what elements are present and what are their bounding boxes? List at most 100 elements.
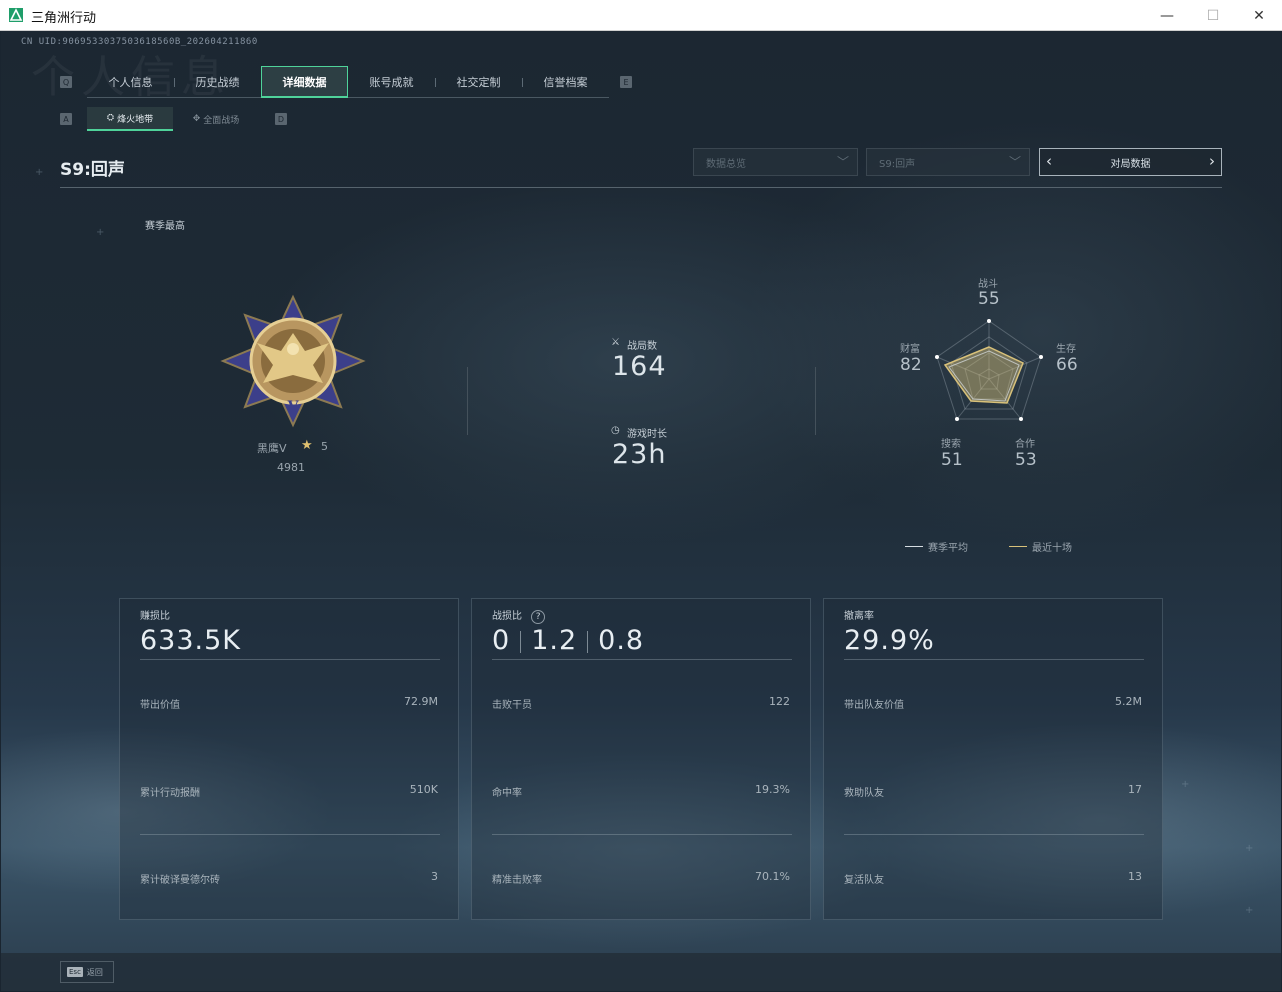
svg-text:V: V <box>287 399 300 415</box>
radar-wealth-label: 财富 <box>900 344 920 355</box>
stat-value: 19.3% <box>755 783 790 796</box>
legend-season-average: 赛季平均 <box>905 539 968 554</box>
stat-label: 带出价值 <box>140 700 180 711</box>
decor-plus-icon: + <box>96 227 105 238</box>
kd-value-overall: 0 <box>492 625 511 656</box>
stat-value: 13 <box>1128 870 1142 883</box>
key-hint-a: A <box>60 113 72 125</box>
radar-wealth-value: 82 <box>900 355 922 375</box>
divider <box>520 630 522 653</box>
divider <box>815 367 816 435</box>
app-logo-icon <box>9 8 23 22</box>
subtab-operations[interactable]: ⛭ 烽火地带 <box>87 107 173 131</box>
legend-recent-ten: 最近十场 <box>1009 539 1072 554</box>
matches-value: 164 <box>612 351 667 382</box>
game-viewport: 个人信息 CN UID:9069533037503618560B_2026042… <box>1 31 1281 991</box>
subtab-warfare-label: 全面战场 <box>203 115 240 126</box>
stat-label: 带出队友价值 <box>844 700 904 711</box>
esc-key-icon: Esc <box>67 967 83 977</box>
rank-name: 黑鹰V <box>257 442 287 455</box>
divider <box>467 367 468 435</box>
profit-ratio-value: 633.5K <box>140 625 242 656</box>
crossed-swords-icon: ⚔ <box>611 337 620 348</box>
playtime-value: 23h <box>612 439 667 470</box>
window-title: 三角洲行动 <box>31 11 97 26</box>
stat-value: 72.9M <box>404 695 438 708</box>
divider <box>587 630 589 653</box>
legend-recent-ten-label: 最近十场 <box>1032 543 1072 554</box>
tab-history[interactable]: 历史战绩 <box>174 66 261 98</box>
subtab-operations-label: 烽火地带 <box>117 114 154 125</box>
stat-label: 累计行动报酬 <box>140 788 200 799</box>
tab-details[interactable]: 详细数据 <box>261 66 348 98</box>
radar-survival-value: 66 <box>1056 355 1078 375</box>
radar-teamwork-value: 53 <box>1015 450 1037 470</box>
stat-label: 精准击败率 <box>492 875 542 886</box>
data-type-dropdown[interactable]: 数据总览 ﹀ <box>693 148 858 176</box>
stat-value: 70.1% <box>755 870 790 883</box>
divider <box>140 834 440 835</box>
divider <box>844 834 1144 835</box>
stat-value: 122 <box>769 695 790 708</box>
season-dropdown-value: S9:回声 <box>879 158 916 170</box>
back-button[interactable]: Esc 返回 <box>60 961 114 983</box>
key-hint-q: Q <box>60 76 72 88</box>
ability-radar-chart <box>935 319 1043 421</box>
extraction-rate-value: 29.9% <box>844 625 935 656</box>
chevron-down-icon: ﹀ <box>836 155 849 169</box>
extraction-panel: 撤离率 29.9% 带出队友价值 5.2M 救助队友 17 复活队友 13 <box>823 598 1163 920</box>
stat-value: 3 <box>431 870 438 883</box>
season-dropdown[interactable]: S9:回声 ﹀ <box>866 148 1030 176</box>
radar-combat-label: 战斗 <box>978 279 998 290</box>
stat-label: 累计破译曼德尔砖 <box>140 875 220 886</box>
decor-plus-icon: + <box>35 167 44 178</box>
match-data-selector: ‹ 对局数据 › <box>1039 148 1222 176</box>
operations-icon: ⛭ <box>106 113 115 123</box>
profit-ratio-label: 赚损比 <box>140 611 170 622</box>
season-best-label: 赛季最高 <box>145 221 185 232</box>
rank-score: 4981 <box>277 461 305 474</box>
kd-values: 0 1.2 0.8 <box>492 625 644 656</box>
mode-tabs: ⛭ 烽火地带 ✥ 全面战场 <box>87 107 259 131</box>
minimize-button[interactable]: — <box>1144 0 1190 31</box>
header-divider <box>60 187 1222 188</box>
tab-credit[interactable]: 信誉档案 <box>522 66 609 98</box>
tab-social[interactable]: 社交定制 <box>435 66 522 98</box>
radar-search-value: 51 <box>941 450 963 470</box>
close-button[interactable]: ✕ <box>1236 0 1282 31</box>
tab-achievements[interactable]: 账号成就 <box>348 66 435 98</box>
chevron-right-icon[interactable]: › <box>1209 152 1215 170</box>
chevron-down-icon: ﹀ <box>1008 155 1021 169</box>
divider <box>140 659 440 660</box>
stat-label: 复活队友 <box>844 875 884 886</box>
bottom-bar <box>1 953 1281 991</box>
divider <box>492 659 792 660</box>
legend-line-icon <box>1009 546 1027 547</box>
playtime-label: 游戏时长 <box>627 429 667 440</box>
warfare-icon: ✥ <box>192 114 201 124</box>
rank-star-count: 5 <box>321 440 328 453</box>
season-title: S9:回声 <box>60 160 125 180</box>
stat-label: 命中率 <box>492 788 522 799</box>
kd-title: 战损比 ? <box>492 607 546 624</box>
chevron-left-icon[interactable]: ‹ <box>1046 152 1052 170</box>
subtab-warfare[interactable]: ✥ 全面战场 <box>173 107 259 131</box>
kd-ratio-label: 战损比 <box>492 611 522 622</box>
player-uid: CN UID:9069533037503618560B_202604211860 <box>21 37 258 47</box>
decor-plus-icon: + <box>1245 905 1254 916</box>
tab-profile[interactable]: 个人信息 <box>87 66 174 98</box>
key-hint-e: E <box>620 76 632 88</box>
maximize-button[interactable]: ☐ <box>1190 0 1236 31</box>
radar-search-label: 搜索 <box>941 439 961 450</box>
decor-plus-icon: + <box>1181 779 1190 790</box>
stat-value: 17 <box>1128 783 1142 796</box>
data-type-value: 数据总览 <box>706 158 746 170</box>
help-icon[interactable]: ? <box>531 610 546 624</box>
legend-season-average-label: 赛季平均 <box>928 543 968 554</box>
profit-panel: 赚损比 633.5K 带出价值 72.9M 累计行动报酬 510K 累计破译曼德… <box>119 598 459 920</box>
decor-plus-icon: + <box>1245 843 1254 854</box>
radar-teamwork-label: 合作 <box>1015 439 1035 450</box>
stat-label: 击败干员 <box>492 700 532 711</box>
extraction-rate-label: 撤离率 <box>844 611 874 622</box>
stat-value: 5.2M <box>1115 695 1142 708</box>
